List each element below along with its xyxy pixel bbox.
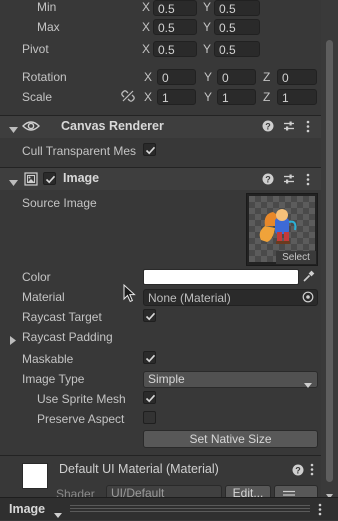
canvas-renderer-header[interactable]: Canvas Renderer ? [0, 115, 321, 138]
color-label: Color [22, 270, 51, 284]
mouse-cursor-icon [123, 283, 137, 306]
foldout-arrow-icon[interactable] [9, 176, 18, 190]
preserve-aspect-label: Preserve Aspect [37, 412, 125, 426]
svg-text:?: ? [265, 175, 271, 185]
rotation-x-field[interactable]: 0 [157, 69, 196, 85]
use-sprite-mesh-label: Use Sprite Mesh [37, 392, 126, 406]
preset-sliders-icon[interactable] [283, 173, 295, 188]
color-field[interactable] [143, 269, 299, 285]
eye-icon[interactable] [22, 119, 40, 136]
axis-x-label[interactable]: X [144, 70, 152, 84]
scrollbar-thumb[interactable] [326, 40, 333, 482]
axis-z-label[interactable]: Z [263, 70, 270, 84]
axis-x-label[interactable]: X [142, 0, 150, 14]
axis-y-label[interactable]: Y [203, 42, 211, 56]
more-options-icon[interactable] [310, 463, 314, 479]
image-component-icon [24, 172, 38, 189]
source-image-thumbnail[interactable]: Select [246, 193, 318, 266]
axis-y-label[interactable]: Y [203, 20, 211, 34]
more-options-icon[interactable] [306, 173, 310, 189]
object-picker-icon[interactable] [302, 291, 314, 306]
raycast-padding-foldout[interactable]: Raycast Padding [22, 330, 113, 344]
material-object-field[interactable]: None (Material) [143, 289, 318, 306]
axis-y-label[interactable]: Y [204, 90, 212, 104]
chevron-down-icon [304, 377, 312, 392]
axis-y-label[interactable]: Y [203, 0, 211, 14]
use-sprite-mesh-checkbox[interactable] [143, 391, 156, 404]
pivot-x-field[interactable]: 0.5 [153, 41, 197, 57]
cull-transparent-checkbox[interactable] [143, 143, 156, 156]
divider [0, 455, 321, 456]
image-title: Image [63, 171, 100, 185]
image-type-label: Image Type [22, 372, 85, 386]
bottom-bar-label[interactable]: Image [9, 502, 45, 516]
pivot-label: Pivot [22, 42, 49, 56]
anchor-max-label: Max [37, 20, 60, 34]
more-options-icon[interactable] [318, 503, 322, 519]
image-type-dropdown[interactable]: Simple [143, 371, 318, 388]
anchor-min-x-field[interactable]: 0.5 [153, 0, 197, 16]
axis-y-label[interactable]: Y [204, 70, 212, 84]
bottom-bar: Image [0, 497, 338, 520]
axis-z-label[interactable]: Z [263, 90, 270, 104]
axis-x-label[interactable]: X [144, 90, 152, 104]
eyedropper-icon[interactable] [302, 270, 315, 286]
rotation-y-field[interactable]: 0 [217, 69, 256, 85]
raycast-target-label: Raycast Target [22, 310, 102, 324]
resize-grip-handle[interactable] [70, 505, 310, 513]
maskable-checkbox[interactable] [143, 351, 156, 364]
pivot-y-field[interactable]: 0.5 [214, 41, 260, 57]
help-icon[interactable]: ? [262, 120, 274, 135]
material-label: Material [22, 290, 65, 304]
preserve-aspect-checkbox[interactable] [143, 411, 156, 424]
scale-label: Scale [22, 90, 53, 104]
scale-y-field[interactable]: 1 [217, 89, 256, 105]
scale-z-field[interactable]: 1 [277, 89, 317, 105]
rotation-z-field[interactable]: 0 [277, 69, 317, 85]
scrollbar-track[interactable] [321, 0, 338, 499]
raycast-target-checkbox[interactable] [143, 309, 156, 322]
foldout-arrow-icon[interactable] [9, 123, 18, 137]
axis-x-label[interactable]: X [142, 20, 150, 34]
link-icon[interactable] [121, 89, 135, 103]
image-enabled-checkbox[interactable] [43, 172, 56, 185]
anchor-min-y-field[interactable]: 0.5 [214, 0, 260, 16]
help-icon[interactable]: ? [262, 173, 274, 188]
image-header[interactable]: Image ? [0, 167, 321, 190]
scale-x-field[interactable]: 1 [157, 89, 196, 105]
svg-text:?: ? [265, 122, 271, 132]
axis-x-label[interactable]: X [142, 42, 150, 56]
rotation-label: Rotation [22, 70, 67, 84]
anchor-max-y-field[interactable]: 0.5 [214, 19, 260, 35]
anchor-max-x-field[interactable]: 0.5 [153, 19, 197, 35]
anchor-min-label: Min [37, 0, 57, 14]
cull-transparent-label: Cull Transparent Mes [22, 144, 137, 158]
set-native-size-button[interactable]: Set Native Size [143, 430, 318, 448]
more-options-icon[interactable] [306, 120, 310, 136]
help-icon[interactable]: ? [292, 464, 304, 479]
maskable-label: Maskable [22, 352, 74, 366]
canvas-renderer-title: Canvas Renderer [61, 119, 164, 133]
foldout-closed-arrow-icon[interactable] [10, 334, 17, 348]
material-preview-swatch[interactable] [22, 463, 48, 489]
source-image-label: Source Image [22, 196, 97, 210]
select-sprite-button[interactable]: Select [276, 251, 316, 264]
chevron-down-icon[interactable] [54, 507, 62, 521]
material-footer-title: Default UI Material (Material) [59, 462, 219, 476]
svg-text:?: ? [295, 466, 301, 476]
preset-sliders-icon[interactable] [283, 120, 295, 135]
image-type-value: Simple [148, 372, 185, 386]
